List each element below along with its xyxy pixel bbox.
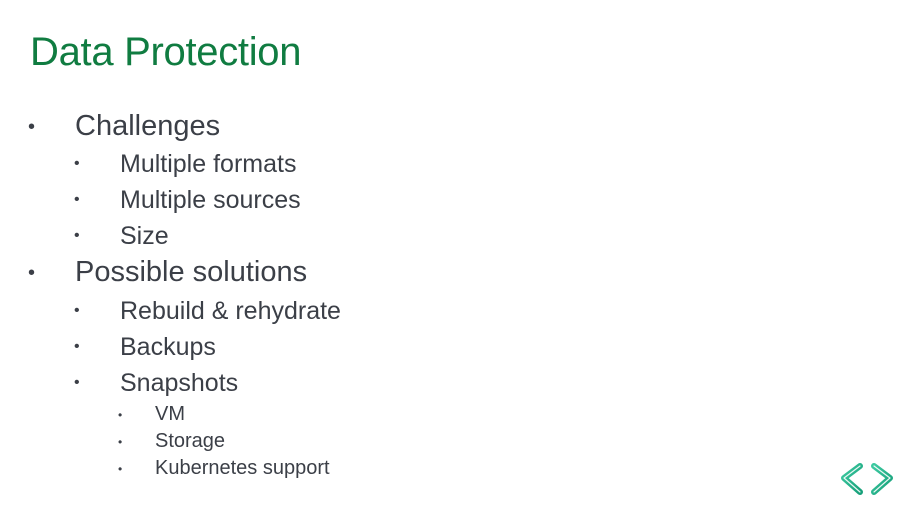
code-brackets-logo-icon <box>841 463 893 495</box>
bullet-icon: • <box>118 435 123 449</box>
left-bracket-icon <box>841 463 863 495</box>
bullet-text: Backups <box>120 333 216 361</box>
bullet-icon: • <box>28 116 36 138</box>
bullet-icon: • <box>74 191 80 208</box>
bullet-text: Storage <box>155 430 226 452</box>
bullet-text: VM <box>155 403 185 425</box>
bullet-text: Kubernetes support <box>155 457 330 479</box>
bullet-text: Size <box>120 222 169 250</box>
right-bracket-icon <box>871 463 893 495</box>
bullet-icon: • <box>74 374 80 391</box>
bullet-icon: • <box>74 227 80 244</box>
bullet-icon: • <box>28 262 36 284</box>
bullet-text: Multiple sources <box>120 186 301 214</box>
bullet-icon: • <box>118 462 123 476</box>
bullet-icon: • <box>118 408 123 422</box>
bullet-text: Snapshots <box>120 369 239 397</box>
bullet-icon: • <box>74 155 80 172</box>
bullet-text: Possible solutions <box>75 256 308 288</box>
slide-title: Data Protection <box>30 30 302 74</box>
bullet-text: Rebuild & rehydrate <box>120 297 341 325</box>
bullet-icon: • <box>74 338 80 355</box>
bullet-text: Multiple formats <box>120 150 297 178</box>
bullet-icon: • <box>74 302 80 319</box>
bullet-text: Challenges <box>75 110 221 142</box>
